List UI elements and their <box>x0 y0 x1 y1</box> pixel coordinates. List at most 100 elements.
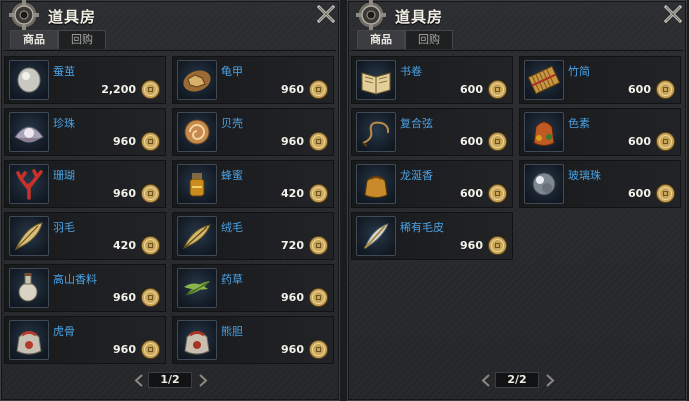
item-name: 熊胆 <box>221 325 243 338</box>
item-name: 蚕茧 <box>53 65 75 78</box>
panel-header: 道具房 <box>347 0 687 30</box>
pagination: 1/2 <box>0 370 340 390</box>
item-name: 玻璃珠 <box>568 169 601 182</box>
gold-coin-icon <box>656 184 675 203</box>
prev-page-chevron-icon[interactable] <box>134 374 144 387</box>
item-price: 960 <box>281 135 304 148</box>
shop-item-slot[interactable]: 珍珠 960 <box>4 108 166 156</box>
shop-panel-page-1: 道具房 商品 回购 蚕茧 2,200 龟甲 960 珍珠 960 贝壳 960 珊瑚 960 蜂蜜 4… <box>0 0 340 401</box>
gold-coin-icon <box>141 184 160 203</box>
tab-buyback[interactable]: 回购 <box>58 30 106 49</box>
item-name: 虎骨 <box>53 325 75 338</box>
cocoon-icon <box>9 60 49 100</box>
item-price: 600 <box>460 187 483 200</box>
item-price: 600 <box>460 83 483 96</box>
shop-item-slot[interactable]: 蜂蜜 420 <box>172 160 334 208</box>
tiger-bone-pouch-icon <box>9 320 49 360</box>
item-price: 420 <box>281 187 304 200</box>
gold-coin-icon <box>488 236 507 255</box>
shop-item-slot[interactable]: 蚕茧 2,200 <box>4 56 166 104</box>
book-scroll-icon <box>356 60 396 100</box>
item-grid: 书卷 600 竹简 600 复合弦 600 色素 600 龙涎香 600 玻璃珠 600 稀有毛皮 960 <box>351 50 683 363</box>
gold-coin-icon <box>141 80 160 99</box>
pagination: 2/2 <box>347 370 687 390</box>
gear-emblem-icon <box>9 0 39 30</box>
next-page-chevron-icon[interactable] <box>198 374 208 387</box>
item-price: 600 <box>628 83 651 96</box>
item-name: 龙涎香 <box>400 169 433 182</box>
shop-item-slot[interactable]: 羽毛 420 <box>4 212 166 260</box>
bear-gall-pouch-icon <box>177 320 217 360</box>
gold-coin-icon <box>141 236 160 255</box>
tab-buyback[interactable]: 回购 <box>405 30 453 49</box>
shop-screen: 道具房 商品 回购 蚕茧 2,200 龟甲 960 珍珠 960 贝壳 960 珊瑚 960 蜂蜜 4… <box>0 0 689 401</box>
rare-fur-quill-icon <box>356 216 396 256</box>
close-icon[interactable] <box>663 4 683 24</box>
shop-item-slot[interactable]: 色素 600 <box>519 108 681 156</box>
gold-coin-icon <box>309 288 328 307</box>
shop-item-slot[interactable]: 珊瑚 960 <box>4 160 166 208</box>
item-price: 960 <box>281 291 304 304</box>
gold-coin-icon <box>309 340 328 359</box>
shop-item-slot[interactable]: 玻璃珠 600 <box>519 160 681 208</box>
item-name: 药草 <box>221 273 243 286</box>
glass-bead-icon <box>524 164 564 204</box>
gold-coin-icon <box>141 340 160 359</box>
item-price: 960 <box>113 343 136 356</box>
item-name: 珊瑚 <box>53 169 75 182</box>
shop-item-slot[interactable]: 绒毛 720 <box>172 212 334 260</box>
gear-emblem-icon <box>356 0 386 30</box>
page-indicator: 2/2 <box>495 372 539 388</box>
item-name: 稀有毛皮 <box>400 221 444 234</box>
panel-title: 道具房 <box>48 8 97 26</box>
item-price: 960 <box>113 135 136 148</box>
shop-item-slot[interactable]: 竹简 600 <box>519 56 681 104</box>
item-price: 960 <box>113 291 136 304</box>
shop-item-slot[interactable]: 药草 960 <box>172 264 334 312</box>
tortoise-shell-icon <box>177 60 217 100</box>
item-name: 绒毛 <box>221 221 243 234</box>
shop-item-slot[interactable]: 高山香料 960 <box>4 264 166 312</box>
shop-item-slot[interactable]: 稀有毛皮 960 <box>351 212 513 260</box>
item-price: 600 <box>628 187 651 200</box>
item-name: 竹简 <box>568 65 590 78</box>
herb-icon <box>177 268 217 308</box>
item-name: 书卷 <box>400 65 422 78</box>
bamboo-slips-icon <box>524 60 564 100</box>
close-icon[interactable] <box>316 4 336 24</box>
nautilus-shell-icon <box>177 112 217 152</box>
item-price: 960 <box>113 187 136 200</box>
item-name: 高山香料 <box>53 273 97 286</box>
honey-jar-icon <box>177 164 217 204</box>
shop-item-slot[interactable]: 贝壳 960 <box>172 108 334 156</box>
item-price: 720 <box>281 239 304 252</box>
item-name: 羽毛 <box>53 221 75 234</box>
gold-coin-icon <box>309 184 328 203</box>
shop-item-slot[interactable]: 龟甲 960 <box>172 56 334 104</box>
ambergris-pouch-icon <box>356 164 396 204</box>
gold-coin-icon <box>309 236 328 255</box>
item-price: 960 <box>281 83 304 96</box>
item-name: 龟甲 <box>221 65 243 78</box>
gold-coin-icon <box>656 80 675 99</box>
shop-item-slot[interactable]: 书卷 600 <box>351 56 513 104</box>
shop-item-slot[interactable]: 龙涎香 600 <box>351 160 513 208</box>
item-name: 贝壳 <box>221 117 243 130</box>
item-price: 960 <box>281 343 304 356</box>
coral-icon <box>9 164 49 204</box>
bowstring-icon <box>356 112 396 152</box>
tab-goods[interactable]: 商品 <box>10 30 58 49</box>
gold-coin-icon <box>141 132 160 151</box>
prev-page-chevron-icon[interactable] <box>481 374 491 387</box>
next-page-chevron-icon[interactable] <box>545 374 555 387</box>
tab-goods[interactable]: 商品 <box>357 30 405 49</box>
shop-item-slot[interactable]: 虎骨 960 <box>4 316 166 364</box>
gold-coin-icon <box>309 80 328 99</box>
shop-item-slot[interactable]: 复合弦 600 <box>351 108 513 156</box>
shop-item-slot[interactable]: 熊胆 960 <box>172 316 334 364</box>
gold-coin-icon <box>141 288 160 307</box>
item-name: 复合弦 <box>400 117 433 130</box>
panel-title: 道具房 <box>395 8 444 26</box>
gold-coin-icon <box>656 132 675 151</box>
item-price: 2,200 <box>101 83 136 96</box>
